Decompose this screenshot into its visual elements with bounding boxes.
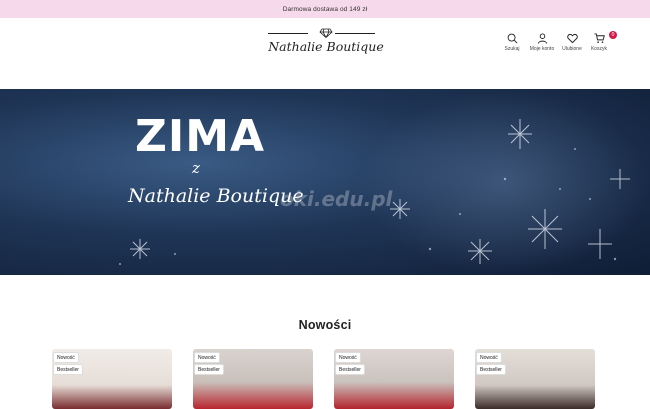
cart-button[interactable]: Koszyk 0 [587,31,617,52]
search-icon [507,33,517,44]
cart-label: Koszyk [590,46,608,52]
watermark: oki.edu.pl [280,187,393,211]
bestseller-badge: Bestseller [53,364,83,375]
logo-divider [335,33,375,34]
product-card[interactable]: Nowość Bestseller [475,349,595,409]
search-button[interactable]: Szukaj [500,33,524,52]
logo-divider [268,33,308,34]
hero-title: ZIMA [135,111,266,162]
bestseller-badge: Bestseller [335,364,365,375]
site-header: Nathalie Boutique Szukaj Moje konto Ulub… [0,18,650,89]
search-label: Szukaj [504,46,520,52]
snowflake-decoration [119,119,630,265]
product-grid: Nowość Bestseller Nowość Bestseller Nowo… [52,349,598,409]
account-button[interactable]: Moje konto [527,33,557,52]
hero-banner[interactable]: ZIMA z Nathalie Boutique oki.edu.pl [0,89,650,275]
favorites-button[interactable]: Ulubione [560,33,584,52]
diamond-icon [319,28,333,38]
new-badge: Nowość [194,352,220,363]
account-label: Moje konto [529,46,555,52]
heart-icon [566,33,578,44]
promo-bar: Darmowa dostawa od 149 zł [0,0,650,18]
product-card[interactable]: Nowość Bestseller [193,349,313,409]
header-actions: Szukaj Moje konto Ulubione Koszyk 0 [500,31,617,52]
product-card[interactable]: Nowość Bestseller [334,349,454,409]
user-icon [537,33,547,44]
hero-connector: z [192,159,200,177]
bestseller-badge: Bestseller [476,364,506,375]
promo-text: Darmowa dostawa od 149 zł [282,5,368,13]
cart-icon [593,33,605,43]
bestseller-badge: Bestseller [194,364,224,375]
new-badge: Nowość [476,352,502,363]
logo-text: Nathalie Boutique [268,39,384,54]
cart-count-badge: 0 [609,31,617,39]
hero-brand: Nathalie Boutique [128,185,304,207]
section-title: Nowości [298,318,352,332]
new-badge: Nowość [53,352,79,363]
favorites-label: Ulubione [562,46,582,52]
product-card[interactable]: Nowość Bestseller [52,349,172,409]
new-badge: Nowość [335,352,361,363]
